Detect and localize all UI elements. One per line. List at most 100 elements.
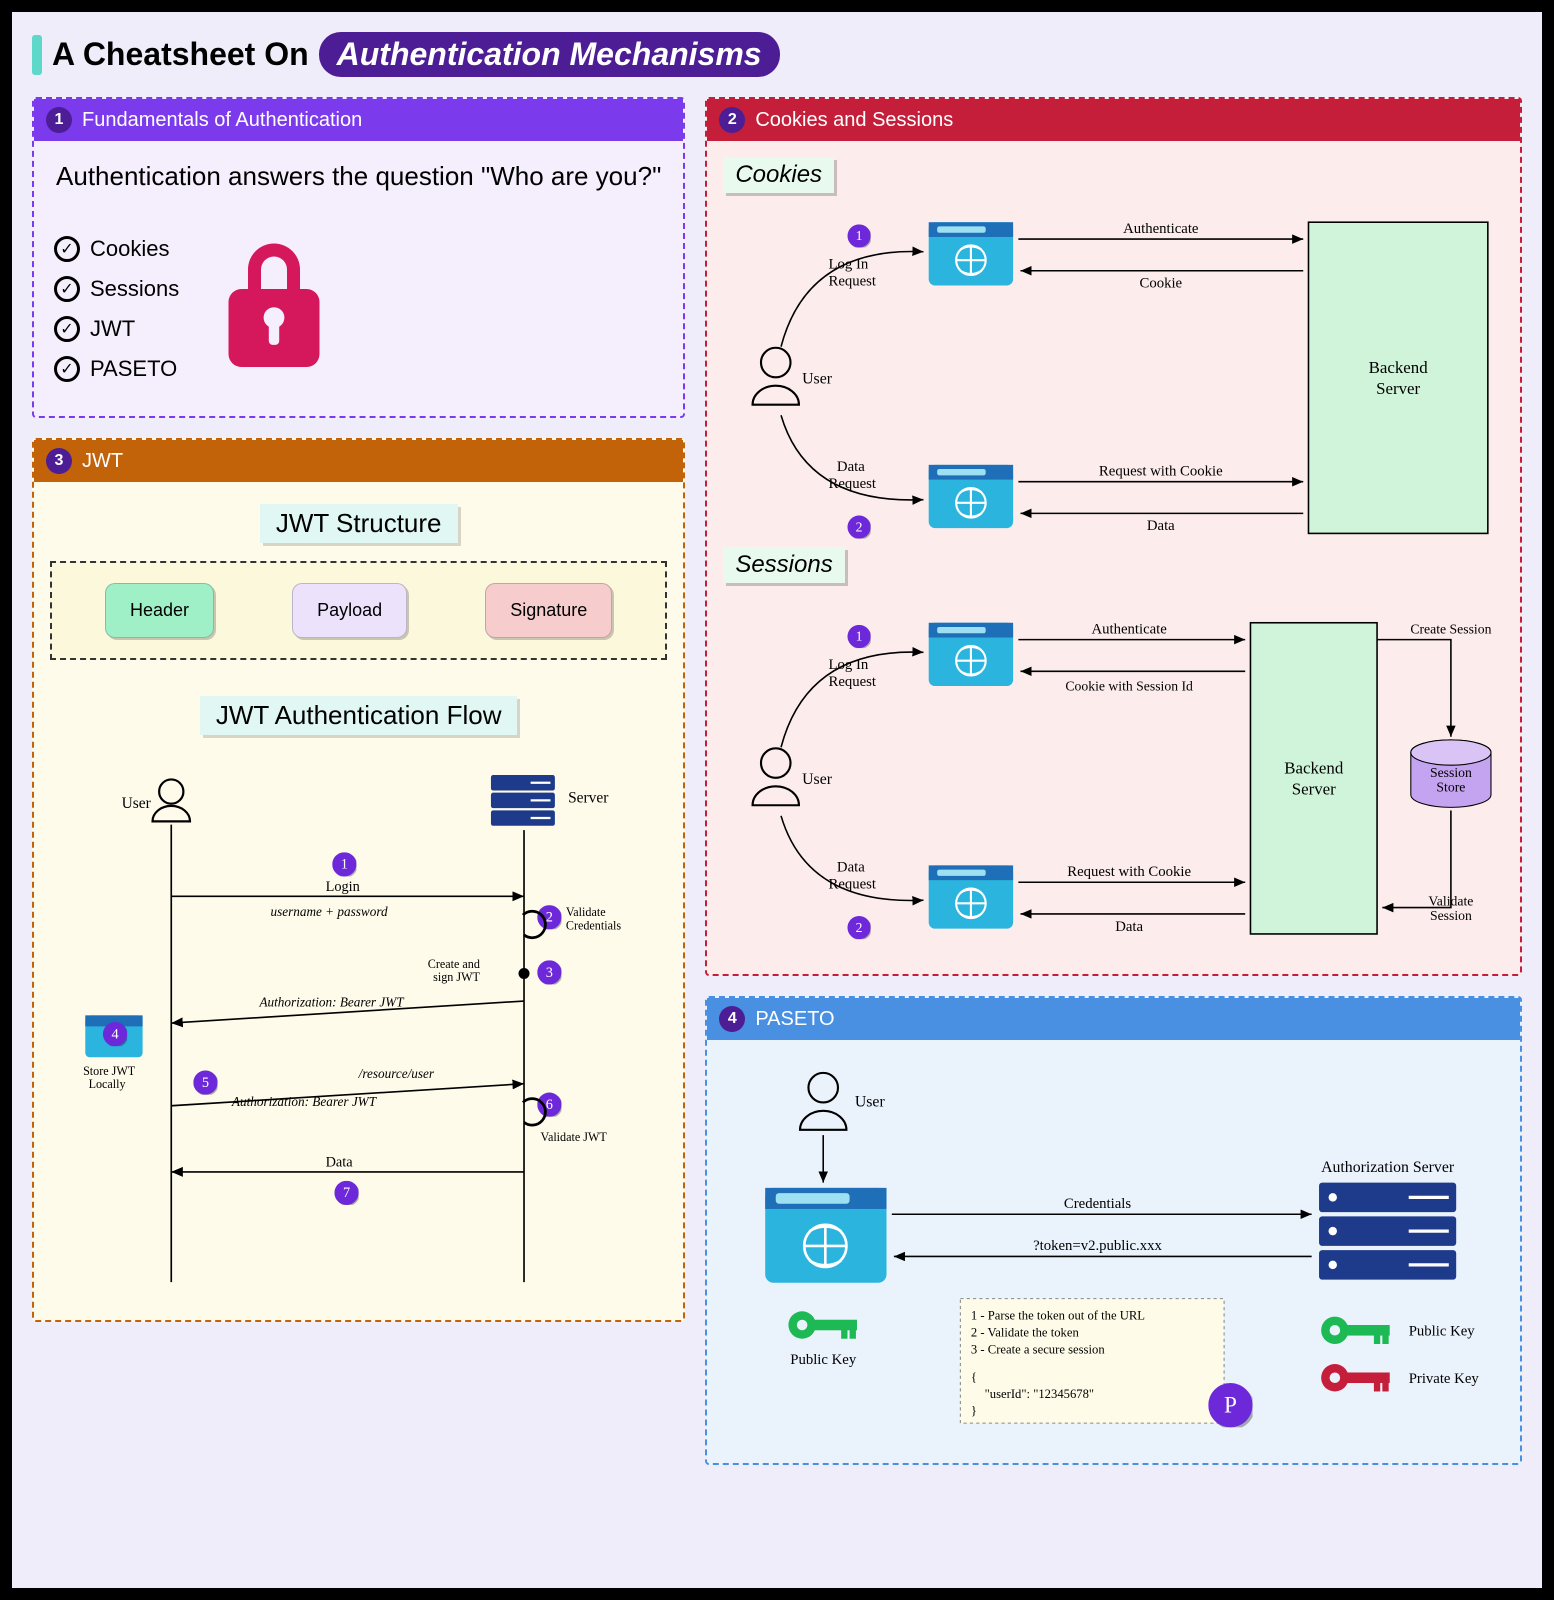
browser-icon [766,1188,887,1283]
jwt-cred: username + password [270,904,388,919]
user-icon [753,748,799,805]
panel-jwt: 3 JWT JWT Structure Header Payload Signa… [32,438,685,1322]
list-item: Cookies [90,236,169,262]
svg-text:Data: Data [1116,919,1144,935]
jwt-user-label: User [122,795,151,812]
browser-icon [929,623,1013,686]
panel-header-3: JWT [82,450,123,473]
backend-server-box [1309,222,1488,533]
svg-text:User: User [855,1094,886,1111]
jwt-bearer: Authorization: Bearer JWT [258,995,405,1010]
user-icon [800,1073,846,1130]
key-icon [1321,1317,1390,1344]
step-6: 6 [537,1093,561,1117]
jwt-bearer2: Authorization: Bearer JWT [231,1094,378,1109]
auth-question: Authentication answers the question "Who… [54,161,663,192]
p-badge: P [1209,1383,1253,1427]
panel-paseto: 4 PASETO User [705,996,1522,1464]
jwt-server-label: Server [568,790,608,807]
chip-payload: Payload [292,583,407,638]
browser-icon [929,866,1013,929]
svg-text:Log In: Log In [829,257,869,273]
svg-text:Validate: Validate [1429,894,1474,909]
user-icon [753,348,799,405]
check-icon: ✓ [54,356,80,382]
step-badge: 1 [848,224,871,247]
sessions-flow-diagram: User 1 Log In Request 2 Data Request [723,589,1504,958]
svg-text:{: { [971,1370,977,1384]
sessions-user: User [802,771,833,788]
jwt-structure-title: JWT Structure [260,504,458,543]
cookies-user: User [802,371,833,388]
cookies-flow-diagram: User 1 Log In Request 2 Data Request [723,199,1504,547]
svg-text:Data: Data [837,860,865,876]
panel-cookies-sessions: 2 Cookies and Sessions Cookies [705,97,1522,976]
step-badge: 2 [848,515,871,538]
list-item: Sessions [90,276,179,302]
auth-types-list: ✓Cookies ✓Sessions ✓JWT ✓PASETO [54,222,179,396]
panel-fundamentals: 1 Fundamentals of Authentication Authent… [32,97,685,418]
panel-header-2: Cookies and Sessions [755,109,953,132]
check-icon: ✓ [54,236,80,262]
key-icon [1321,1364,1390,1391]
svg-text:Backend: Backend [1369,358,1429,377]
backend-server-box [1251,623,1378,934]
svg-text:Create and: Create and [428,957,480,971]
svg-text:Store: Store [1437,780,1466,795]
step-badge: 2 [848,916,871,939]
check-icon: ✓ [54,316,80,342]
svg-text:2 - Validate the token: 2 - Validate the token [971,1326,1080,1340]
key-icon [789,1312,858,1339]
svg-text:Data: Data [837,459,865,475]
sessions-label: Sessions [723,547,844,583]
svg-text:Request: Request [829,274,877,290]
server-icon [1319,1183,1456,1280]
svg-text:Store JWT: Store JWT [83,1064,136,1078]
panel-num-3: 3 [46,448,72,474]
svg-text:?token=v2.public.xxx: ?token=v2.public.xxx [1033,1238,1162,1254]
data-label: Data [1147,518,1175,534]
svg-text:Private Key: Private Key [1409,1371,1480,1387]
jwt-validate: Validate JWT [541,1130,608,1144]
jwt-login: Login [326,879,360,895]
panel-header-1: Fundamentals of Authentication [82,109,362,132]
svg-text:Server: Server [1376,379,1420,398]
svg-text:Validate: Validate [566,905,606,919]
jwt-resource: /resource/user [358,1066,435,1081]
svg-text:Public Key: Public Key [791,1352,858,1368]
panel-num-2: 2 [719,107,745,133]
page-title: A Cheatsheet On Authentication Mechanism… [32,32,1522,77]
svg-text:Cookie with Session Id: Cookie with Session Id [1066,678,1194,693]
step-badge: 1 [848,625,871,648]
jwt-flow-diagram: User Server [50,753,667,1304]
svg-text:1 - Parse the token out of the: 1 - Parse the token out of the URL [971,1309,1145,1323]
svg-text:sign JWT: sign JWT [433,970,480,984]
authenticate-label: Authenticate [1123,221,1199,237]
svg-text:Request with Cookie: Request with Cookie [1068,864,1192,880]
step-1: 1 [332,852,356,876]
svg-text:Session: Session [1430,908,1472,923]
jwt-data: Data [326,1154,354,1170]
cookies-label: Cookies [723,157,834,193]
title-highlight: Authentication Mechanisms [319,32,780,77]
svg-text:Authenticate: Authenticate [1092,621,1168,637]
svg-text:}: } [971,1404,977,1418]
step-5: 5 [193,1070,217,1094]
title-accent-bar [32,35,42,75]
svg-text:Session: Session [1430,765,1472,780]
panel-num-1: 1 [46,107,72,133]
svg-text:Request: Request [829,877,877,893]
lock-icon [209,222,339,382]
svg-text:Public Key: Public Key [1409,1324,1476,1340]
svg-text:Log In: Log In [829,657,869,673]
step-2: 2 [537,905,561,929]
list-item: JWT [90,316,135,342]
title-pre: A Cheatsheet On [52,36,309,73]
jwt-structure-box: Header Payload Signature [50,561,667,660]
svg-text:Backend: Backend [1285,759,1345,778]
check-icon: ✓ [54,276,80,302]
jwt-flow-title: JWT Authentication Flow [200,696,518,735]
svg-text:Credentials: Credentials [566,918,621,932]
svg-text:Request: Request [829,476,877,492]
svg-text:Request: Request [829,674,877,690]
